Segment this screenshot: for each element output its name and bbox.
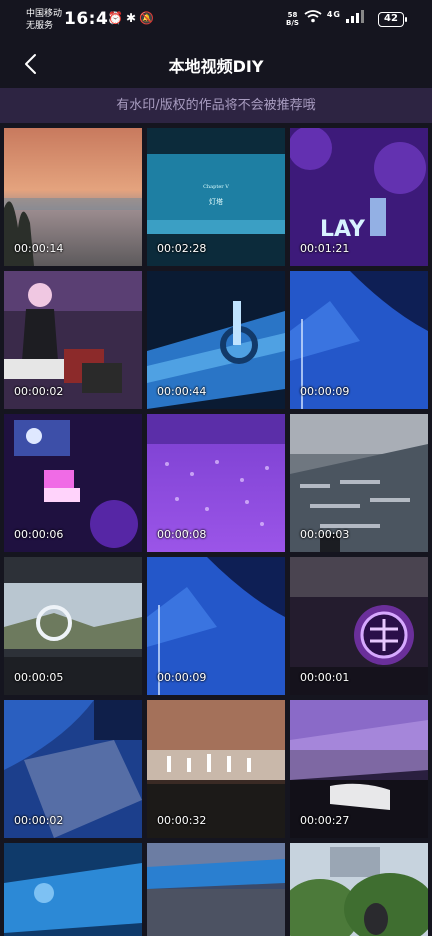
alarm-icon: ⏰ <box>108 11 126 25</box>
video-duration: 00:00:09 <box>157 671 207 684</box>
video-item[interactable]: 00:00:02 <box>4 271 142 409</box>
video-duration: 00:02:28 <box>157 242 207 255</box>
mute-icon: 🔕 <box>139 11 157 25</box>
video-duration: 00:00:08 <box>157 528 207 541</box>
network-speed-value: 58 <box>287 11 298 19</box>
video-item[interactable]: 00:00:02 <box>4 700 142 838</box>
status-bar: 中国移动 无服务 16:48 ⏰✱🔕 58 B/S 4G 42 <box>0 0 432 40</box>
page-title: 本地视频DIY <box>168 57 264 76</box>
video-item[interactable]: 00:00:06 <box>4 414 142 552</box>
video-item[interactable]: 00:00:44 <box>147 271 285 409</box>
video-item[interactable]: 00:00:09 <box>290 271 428 409</box>
network-speed-unit: B/S <box>286 19 299 27</box>
video-thumbnail <box>4 843 142 936</box>
video-duration: 00:00:32 <box>157 814 207 827</box>
video-thumbnail <box>147 843 285 936</box>
video-item[interactable]: 00:00:05 <box>4 557 142 695</box>
video-duration: 00:00:05 <box>14 671 64 684</box>
video-duration: 00:00:09 <box>300 385 350 398</box>
video-item[interactable]: 00:00:08 <box>147 414 285 552</box>
thumbnail-caption-line1: Chapter V <box>203 184 229 190</box>
network-speed: 58 B/S <box>286 11 299 27</box>
thumbnail-caption-line2: 灯塔 <box>209 197 223 206</box>
bluetooth-icon: ✱ <box>125 11 140 25</box>
video-item[interactable]: 00:00:01 <box>290 557 428 695</box>
thumbnail-sign-text: LAY <box>320 217 366 242</box>
video-item[interactable] <box>290 843 428 936</box>
network-type-label: 4G <box>326 10 341 19</box>
video-duration: 00:00:06 <box>14 528 64 541</box>
wifi-icon <box>304 10 327 26</box>
video-item[interactable]: 00:00:32 <box>147 700 285 838</box>
video-item[interactable]: 00:00:09 <box>147 557 285 695</box>
cell-signal-icon <box>345 10 366 26</box>
video-duration: 00:00:44 <box>157 385 207 398</box>
video-duration: 00:01:21 <box>300 242 350 255</box>
video-duration: 00:00:27 <box>300 814 350 827</box>
status-notification-icons: ⏰✱🔕 <box>108 11 157 25</box>
video-item[interactable]: Chapter V 灯塔 00:02:28 <box>147 128 285 266</box>
signal-icons: 4G <box>304 10 366 26</box>
video-thumbnail <box>290 843 428 936</box>
carrier-status: 无服务 <box>26 21 54 31</box>
video-grid: 00:00:14 Chapter V 灯塔 00:02:28 LAY 00:01… <box>4 128 428 936</box>
video-item[interactable]: 00:00:14 <box>4 128 142 266</box>
carrier-name: 中国移动 <box>26 9 63 19</box>
video-item[interactable]: 00:00:27 <box>290 700 428 838</box>
video-item[interactable]: LAY 00:01:21 <box>290 128 428 266</box>
video-duration: 00:00:14 <box>14 242 64 255</box>
video-duration: 00:00:02 <box>14 385 64 398</box>
video-item[interactable]: 00:00:03 <box>290 414 428 552</box>
watermark-notice: 有水印/版权的作品将不会被推荐哦 <box>0 88 432 123</box>
video-item[interactable] <box>147 843 285 936</box>
battery-indicator: 42 <box>378 12 407 27</box>
carrier-info: 中国移动 无服务 <box>26 8 62 32</box>
page-header: 本地视频DIY <box>0 40 432 88</box>
video-duration: 00:00:02 <box>14 814 64 827</box>
video-item[interactable] <box>4 843 142 936</box>
video-duration: 00:00:01 <box>300 671 350 684</box>
video-duration: 00:00:03 <box>300 528 350 541</box>
